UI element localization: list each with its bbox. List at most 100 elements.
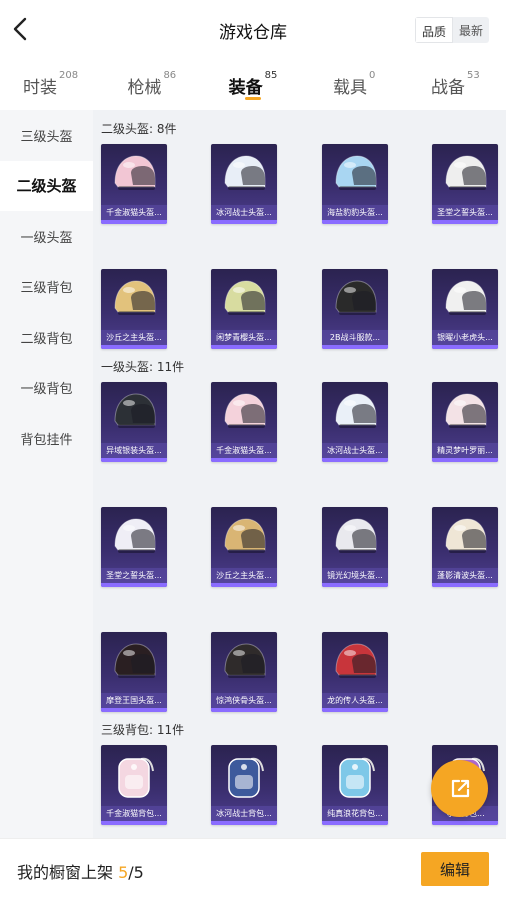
item-card[interactable]: 冰河战士头盔... [322,382,388,462]
item-card[interactable]: 镜光幻境头盔... [322,507,388,587]
section-title: 二级头盔: 8件 [101,122,177,136]
showcase-current-count: 5 [118,863,129,882]
item-name: 圣堂之誓头盔... [432,205,498,220]
blue-backpack-icon [211,745,277,807]
tab-active-indicator [245,97,261,100]
item-card[interactable]: 千金淑猫头盔... [211,382,277,462]
sidebar-item-lv3-helmet[interactable]: 三级头盔 [0,110,93,161]
quality-bar [211,220,277,224]
item-card[interactable]: 2B战斗服款... [322,269,388,349]
item-name: 冰河战士背包... [211,806,277,821]
quality-bar [211,458,277,462]
sort-quality-button[interactable]: 品质 [414,17,453,43]
sidebar-item-backpack-charm[interactable]: 背包挂件 [0,413,93,464]
sidebar-item-lv3-backpack[interactable]: 三级背包 [0,262,93,313]
item-card[interactable]: 蓬影清波头盔... [432,507,498,587]
item-card[interactable]: 千金淑猫头盔... [101,144,167,224]
sidebar-item-lv2-helmet[interactable]: 二级头盔 [0,160,93,211]
quality-bar [101,583,167,587]
item-name: 圣堂之誓头盔... [101,568,167,583]
sidebar-item-lv1-helmet[interactable]: 一级头盔 [0,211,93,262]
tab-combat-supplies[interactable]: 战备53 [405,60,506,110]
tab-fashion[interactable]: 时装208 [0,60,101,110]
edit-button[interactable]: 编辑 [421,852,489,886]
white-blue-moto-helmet-icon [322,382,388,444]
item-card[interactable]: 圣堂之誓头盔... [432,144,498,224]
tan-moto-helmet-icon [211,507,277,569]
white-blue-helmet-icon [211,144,277,206]
item-card[interactable]: 千金淑猫背包... [101,745,167,825]
item-card[interactable]: 冰河战士背包... [211,745,277,825]
header: 游戏仓库 品质 最新 [0,0,506,60]
item-name: 千金淑猫头盔... [211,443,277,458]
item-name: 龙的传人头盔... [322,693,388,708]
item-card[interactable]: 沙丘之主头盔... [101,269,167,349]
showcase-bar: 我的橱窗上架 5/5 编辑 [0,838,506,897]
item-name: 异域银装头盔... [101,443,167,458]
black-helmet-icon [322,269,388,331]
item-card[interactable]: 精灵梦叶罗丽... [432,382,498,462]
pink-moto-helmet-icon [432,382,498,444]
silver-helmet-icon [322,507,388,569]
quality-bar [211,345,277,349]
pink-cat-helmet-icon [101,144,167,206]
sidebar-item-lv2-backpack[interactable]: 二级背包 [0,312,93,363]
quality-bar [432,220,498,224]
item-name: 闲梦青樱头盔... [211,330,277,345]
item-name: 惊鸿侠骨头盔... [211,693,277,708]
cream-helmet-icon [432,507,498,569]
quality-bar [432,458,498,462]
dark-helmet-icon [211,632,277,694]
quality-bar [322,583,388,587]
item-name: 沙丘之主头盔... [101,330,167,345]
quality-bar [101,345,167,349]
item-card[interactable]: 龙的传人头盔... [322,632,388,712]
item-card[interactable]: 冰河战士头盔... [211,144,277,224]
sidebar-item-lv1-backpack[interactable]: 一级背包 [0,363,93,414]
item-name: 冰河战士头盔... [211,205,277,220]
sort-latest-button[interactable]: 最新 [453,17,489,43]
gold-helmet-icon [101,269,167,331]
item-card[interactable]: 银曜小老虎头... [432,269,498,349]
winged-helmet-icon [432,144,498,206]
share-button[interactable] [431,760,488,817]
tiger-helmet-icon [432,269,498,331]
item-name: 沙丘之主头盔... [211,568,277,583]
tab-equipment[interactable]: 装备85 [202,60,303,110]
item-name: 2B战斗服款... [322,330,388,345]
quality-bar [101,220,167,224]
quality-bar [211,708,277,712]
leopard-helmet-icon [322,144,388,206]
item-card[interactable]: 异域银装头盔... [101,382,167,462]
green-helmet-icon [211,269,277,331]
item-name: 冰河战士头盔... [322,443,388,458]
drink-backpack-icon [322,745,388,807]
item-card[interactable]: 闲梦青樱头盔... [211,269,277,349]
quality-bar [432,821,498,825]
black-cyan-helmet-icon [101,382,167,444]
quality-bar [322,821,388,825]
quality-bar [101,821,167,825]
item-card[interactable]: 沙丘之主头盔... [211,507,277,587]
item-name: 镜光幻境头盔... [322,568,388,583]
item-grid: 二级头盔: 8件千金淑猫头盔... 冰河战士头盔... 海盐豹豹头盔... 圣堂之誓头… [93,110,506,838]
tab-vehicles[interactable]: 载具0 [304,60,405,110]
item-card[interactable]: 圣堂之誓头盔... [101,507,167,587]
white-purple-helmet-icon [101,507,167,569]
pink-helmet-icon [211,382,277,444]
tab-guns[interactable]: 枪械86 [101,60,202,110]
quality-bar [101,458,167,462]
item-name: 精灵梦叶罗丽... [432,443,498,458]
sidebar: 三级头盔 二级头盔 一级头盔 三级背包 二级背包 一级背包 背包挂件 [0,110,93,838]
showcase-caption: 我的橱窗上架 5/5 [17,863,144,882]
item-card[interactable]: 摩登王国头盔... [101,632,167,712]
item-card[interactable]: 海盐豹豹头盔... [322,144,388,224]
external-link-icon [451,779,469,797]
pink-cat-backpack-icon [101,745,167,807]
item-card[interactable]: 纯真浪花背包... [322,745,388,825]
quality-bar [322,220,388,224]
sort-toggle[interactable]: 品质 最新 [414,17,489,43]
quality-bar [101,708,167,712]
item-card[interactable]: 惊鸿侠骨头盔... [211,632,277,712]
item-name: 纯真浪花背包... [322,806,388,821]
